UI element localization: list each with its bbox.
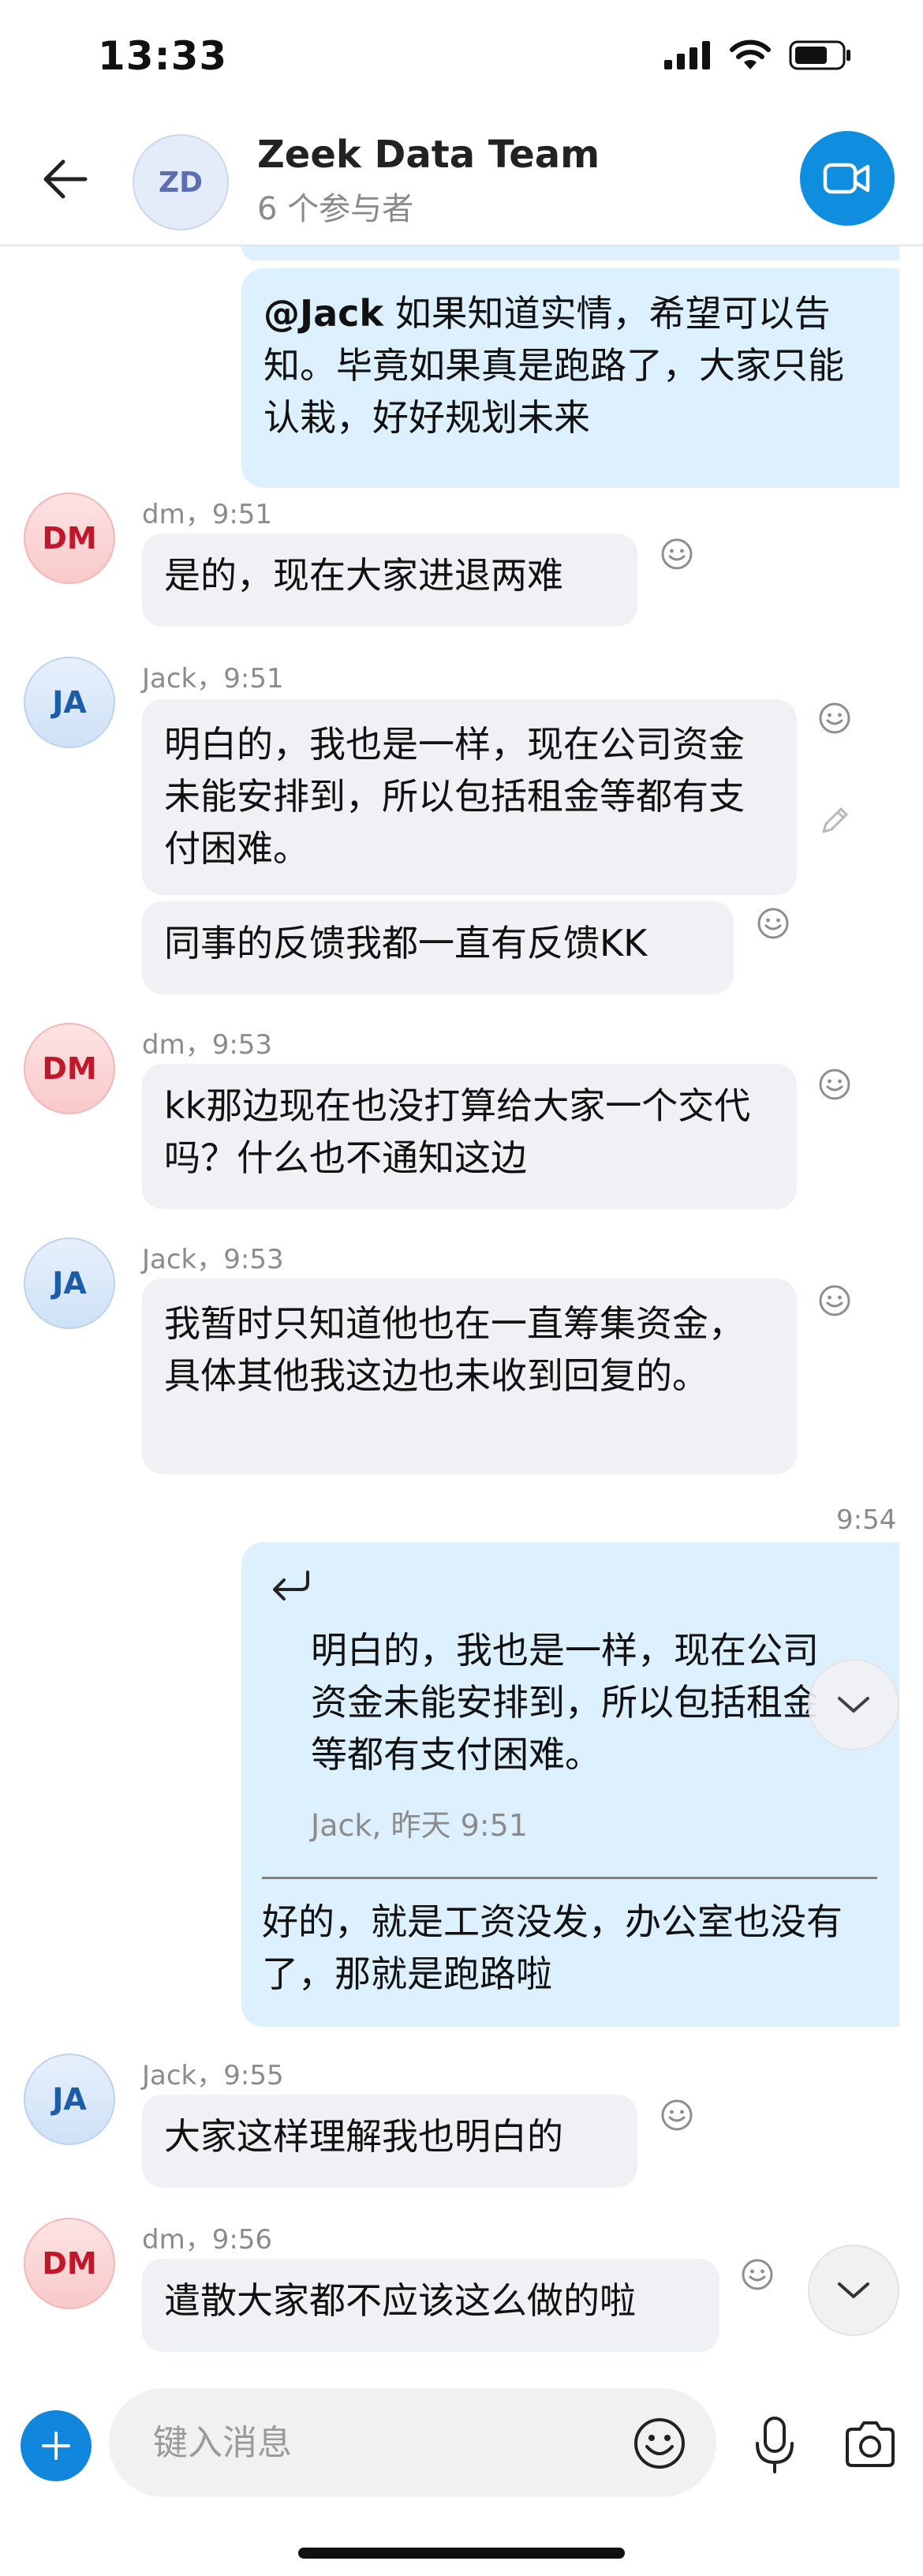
group-avatar[interactable]: ZD [133,134,229,230]
status-icons [664,39,852,71]
avatar-initials: JA [52,685,87,720]
participant-count[interactable]: 6 个参与者 [257,183,413,229]
emoji-icon[interactable] [631,2415,688,2472]
wifi-icon [730,39,771,69]
camera-icon[interactable] [843,2418,898,2470]
chat-title[interactable]: Zeek Data Team [257,133,600,177]
outgoing-bubble-previous[interactable] [241,246,899,260]
add-reaction-icon[interactable] [660,537,694,571]
avatar-initials: DM [42,1051,97,1086]
outgoing-bubble[interactable]: @Jack 如果知道实情，希望可以告知。毕竟如果真是跑路了，大家只能认栽，好好规… [241,268,899,488]
avatar-jack[interactable]: JA [24,657,115,748]
add-attachment-button[interactable] [21,2410,92,2481]
microphone-icon[interactable] [749,2415,800,2475]
message-meta: dm，9:51 [142,499,273,530]
mention-jack[interactable]: @Jack [263,292,383,335]
video-call-button[interactable] [800,131,895,226]
avatar-dm[interactable]: DM [24,2218,115,2309]
avatar-dm[interactable]: DM [24,1023,115,1114]
incoming-bubble[interactable]: 是的，现在大家进退两难 [142,534,637,627]
incoming-bubble[interactable]: kk那边现在也没打算给大家一个交代吗？什么也不通知这边 [142,1064,797,1209]
avatar-initials: JA [52,1266,87,1301]
cellular-signal-icon [664,41,710,69]
avatar-initials: DM [42,2246,97,2281]
message-text: 好的，就是工资没发，办公室也没有了，那就是跑路啦 [262,1900,843,1995]
composer-bar [0,2376,923,2576]
avatar-initials: JA [52,2082,87,2117]
incoming-bubble[interactable]: 遣散大家都不应该这么做的啦 [142,2259,719,2352]
message-meta: dm，9:53 [142,1029,273,1061]
add-reaction-icon[interactable] [756,906,790,941]
battery-icon [789,40,850,70]
message-text: 是的，现在大家进退两难 [164,554,563,597]
message-list[interactable]: @Jack 如果知道实情，希望可以告知。毕竟如果真是跑路了，大家只能认栽，好好规… [0,246,923,2377]
chat-header: ZD Zeek Data Team 6 个参与者 [0,118,923,246]
quoted-message-text[interactable]: 明白的，我也是一样，现在公司资金未能安排到，所以包括租金等都有支付困难。 [311,1624,847,1780]
message-text: 大家这样理解我也明白的 [164,2115,563,2158]
message-meta: dm，9:56 [142,2224,273,2256]
incoming-bubble[interactable]: 明白的，我也是一样，现在公司资金未能安排到，所以包括租金等都有支付困难。 [142,699,797,895]
message-meta: Jack，9:53 [142,1244,284,1275]
plus-icon [42,2432,70,2460]
quote-divider [262,1877,877,1879]
avatar-jack[interactable]: JA [24,1237,115,1329]
edit-pencil-icon[interactable] [817,803,852,838]
message-text: 我暂时只知道他也在一直筹集资金，具体其他我这边也未收到回复的。 [164,1302,745,1397]
add-reaction-icon[interactable] [660,2098,694,2132]
message-time: 9:54 [836,1504,897,1536]
status-time: 13:33 [98,33,228,79]
message-text: 遣散大家都不应该这么做的啦 [164,2279,636,2322]
chevron-down-icon [838,2282,869,2298]
incoming-bubble[interactable]: 我暂时只知道他也在一直筹集资金，具体其他我这边也未收到回复的。 [142,1279,797,1474]
add-reaction-icon[interactable] [817,701,852,736]
message-text: 明白的，我也是一样，现在公司资金未能安排到，所以包括租金等都有支付困难。 [164,723,745,870]
message-input[interactable] [109,2388,716,2497]
scroll-to-bottom-button[interactable] [808,2245,899,2336]
home-indicator [298,2548,625,2559]
quoted-message-meta: Jack, 昨天 9:51 [311,1808,528,1843]
avatar-dm[interactable]: DM [24,492,115,584]
incoming-bubble[interactable]: 同事的反馈我都一直有反馈KK [142,901,734,994]
avatar-jack[interactable]: JA [24,2054,115,2145]
message-text: 同事的反馈我都一直有反馈KK [164,922,648,964]
video-camera-icon [823,163,870,194]
back-arrow-icon[interactable] [38,152,93,207]
group-avatar-initials: ZD [159,166,203,199]
scroll-down-button[interactable] [808,1659,899,1750]
status-bar: 13:33 [0,0,923,118]
message-text: kk那边现在也没打算给大家一个交代吗？什么也不通知这边 [164,1084,751,1179]
add-reaction-icon[interactable] [740,2257,775,2292]
add-reaction-icon[interactable] [817,1283,852,1318]
incoming-bubble[interactable]: 大家这样理解我也明白的 [142,2095,637,2188]
add-reaction-icon[interactable] [817,1067,852,1102]
reply-arrow-icon [273,1571,309,1601]
outgoing-reply-bubble[interactable]: 明白的，我也是一样，现在公司资金未能安排到，所以包括租金等都有支付困难。 Jac… [241,1542,899,2027]
avatar-initials: DM [42,521,97,556]
message-meta: Jack，9:51 [142,663,284,695]
message-meta: Jack，9:55 [142,2060,284,2091]
chevron-down-icon [838,1697,869,1713]
